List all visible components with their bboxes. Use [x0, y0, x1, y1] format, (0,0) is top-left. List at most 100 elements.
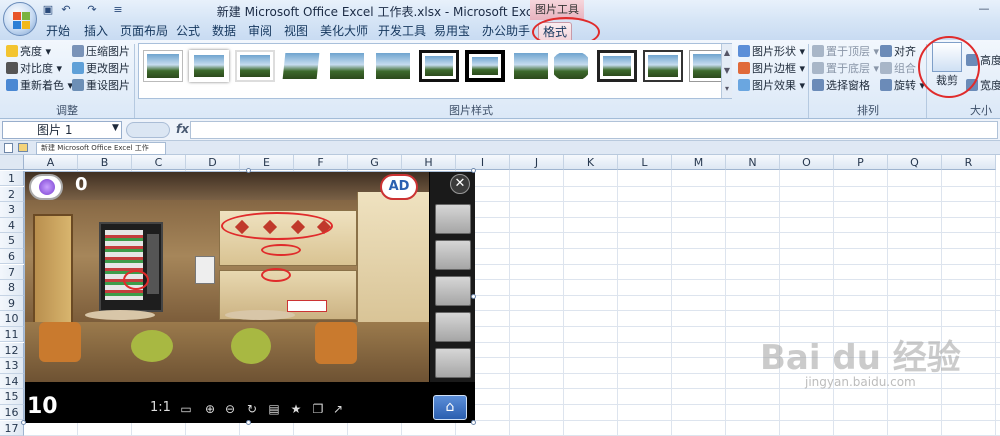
column-header[interactable]: J [510, 155, 564, 170]
row-header[interactable]: 12 [0, 342, 24, 358]
selection-pane-button[interactable]: 选择窗格 [812, 78, 870, 94]
tab-insert[interactable]: 插入 [80, 22, 112, 40]
row-header[interactable]: 13 [0, 358, 24, 374]
row-header[interactable]: 5 [0, 233, 24, 249]
resize-handle[interactable] [21, 420, 26, 425]
tab-data[interactable]: 数据 [208, 22, 240, 40]
column-header[interactable]: D [186, 155, 240, 170]
reset-picture-button[interactable]: 重设图片 [72, 78, 130, 94]
rotate-button[interactable]: 旋转 ▾ [880, 78, 925, 94]
formula-bar-splitter[interactable] [126, 122, 170, 138]
table[interactable] [225, 310, 295, 320]
compress-pictures-button[interactable]: 压缩图片 [72, 44, 130, 60]
row-header[interactable]: 6 [0, 249, 24, 265]
inventory-slot[interactable] [435, 276, 471, 306]
office-button[interactable] [3, 2, 37, 36]
column-header[interactable]: C [132, 155, 186, 170]
style-thumb[interactable] [373, 50, 413, 82]
row-header[interactable]: 10 [0, 311, 24, 327]
actual-size-label[interactable]: 1:1 [150, 400, 171, 415]
zoom-in-icon[interactable]: ⊕ [203, 402, 217, 416]
row-header[interactable]: 4 [0, 217, 24, 234]
column-header[interactable]: N [726, 155, 780, 170]
send-to-back-button[interactable]: 置于底层 ▾ [812, 61, 879, 77]
row-header[interactable]: 7 [0, 264, 24, 280]
column-header[interactable]: G [348, 155, 402, 170]
bring-to-front-button[interactable]: 置于顶层 ▾ [812, 44, 879, 60]
resize-handle[interactable] [246, 420, 251, 425]
chair[interactable] [131, 330, 173, 362]
tab-formulas[interactable]: 公式 [172, 22, 204, 40]
column-header[interactable]: R [942, 155, 996, 170]
chair[interactable] [39, 322, 81, 362]
hint-bulb-button[interactable] [29, 174, 63, 200]
column-header[interactable]: A [24, 155, 78, 170]
column-header[interactable]: Q [888, 155, 942, 170]
picture-shape-button[interactable]: 图片形状 ▾ [738, 44, 805, 60]
vending-machine[interactable] [99, 222, 163, 312]
tab-office-assistant[interactable]: 办公助手 [478, 22, 534, 40]
row-header[interactable]: 15 [0, 389, 24, 405]
coffee-machine[interactable] [195, 256, 215, 284]
style-thumb[interactable] [327, 50, 367, 82]
align-button[interactable]: 对齐 [880, 44, 916, 60]
column-header[interactable]: M [672, 155, 726, 170]
style-thumb[interactable] [189, 50, 229, 82]
style-thumb[interactable] [643, 50, 683, 82]
column-header[interactable]: K [564, 155, 618, 170]
gallery-scroll-down[interactable]: ▼ [721, 62, 732, 80]
tab-home[interactable]: 开始 [42, 22, 74, 40]
gallery-more[interactable]: ▾ [721, 80, 732, 98]
select-all-corner[interactable] [0, 155, 24, 170]
playing-cards[interactable] [287, 300, 327, 312]
style-thumb[interactable] [511, 50, 551, 82]
insert-function-icon[interactable]: fx [176, 122, 189, 136]
tab-review[interactable]: 审阅 [244, 22, 276, 40]
open-folder-icon[interactable] [18, 143, 28, 152]
game-scene[interactable]: 0 AD [25, 172, 429, 382]
zoom-out-icon[interactable]: ⊖ [223, 402, 237, 416]
table[interactable] [85, 310, 155, 320]
close-icon[interactable]: ✕ [450, 174, 470, 194]
column-header[interactable]: F [294, 155, 348, 170]
column-header[interactable]: H [402, 155, 456, 170]
row-header[interactable]: 16 [0, 405, 24, 421]
column-header[interactable]: P [834, 155, 888, 170]
row-header[interactable]: 11 [0, 327, 24, 343]
rotate-icon[interactable]: ↻ [245, 402, 259, 416]
tab-page-layout[interactable]: 页面布局 [116, 22, 172, 40]
document-tab[interactable]: 新建 Microsoft Office Excel 工作表.xlsx [36, 142, 166, 163]
no-ad-button[interactable]: AD [380, 174, 418, 200]
row-header[interactable]: 8 [0, 280, 24, 296]
style-thumb[interactable] [235, 50, 275, 82]
tab-easy-use[interactable]: 易用宝 [430, 22, 474, 40]
picture-border-button[interactable]: 图片边框 ▾ [738, 61, 805, 77]
column-header[interactable]: O [780, 155, 834, 170]
column-header[interactable]: B [78, 155, 132, 170]
name-box-dropdown-icon[interactable]: ▼ [112, 123, 119, 133]
style-thumb[interactable] [465, 50, 505, 82]
minimize-icon[interactable]: — [974, 2, 994, 16]
column-header[interactable]: L [618, 155, 672, 170]
formula-input[interactable] [190, 121, 998, 139]
resize-handle[interactable] [471, 168, 476, 173]
tab-developer[interactable]: 开发工具 [374, 22, 430, 40]
row-header[interactable]: 3 [0, 202, 24, 218]
name-box[interactable]: 图片 1 [2, 121, 122, 139]
copy-icon[interactable]: ❐ [311, 402, 325, 416]
style-thumb[interactable] [551, 50, 591, 82]
style-thumb[interactable] [143, 50, 183, 82]
style-thumb[interactable] [419, 50, 459, 82]
row-header[interactable]: 9 [0, 295, 24, 312]
chair[interactable] [231, 328, 271, 364]
home-button[interactable]: ⌂ [433, 395, 467, 420]
resize-handle[interactable] [471, 420, 476, 425]
change-picture-button[interactable]: 更改图片 [72, 61, 130, 77]
row-header[interactable]: 1 [0, 171, 24, 187]
save-icon[interactable]: ▤ [267, 402, 281, 416]
group-button[interactable]: 组合 [880, 61, 916, 77]
share-icon[interactable]: ↗ [331, 402, 345, 416]
inventory-slot[interactable] [435, 204, 471, 234]
column-header[interactable]: I [456, 155, 510, 170]
brightness-button[interactable]: 亮度 ▾ [6, 44, 51, 60]
